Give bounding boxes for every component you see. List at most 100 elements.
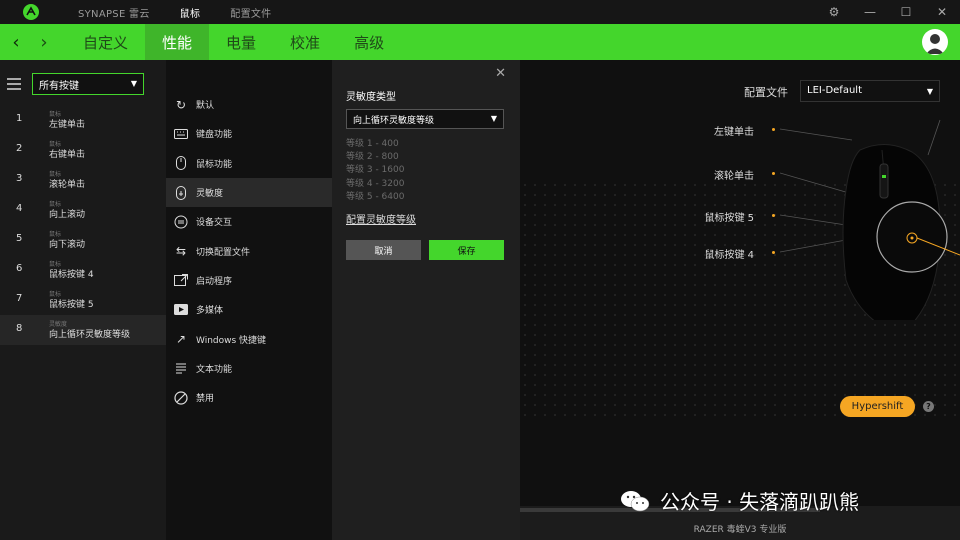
function-label: 启动程序: [196, 276, 233, 287]
mouse-label-left-click[interactable]: 左键单击: [664, 123, 754, 138]
button-label: 鼠标按键 5: [49, 300, 94, 310]
hamburger-menu-icon[interactable]: [7, 78, 21, 93]
sensitivity-level: 等级 5 - 6400: [346, 191, 405, 202]
title-bar: SYNAPSE 雷云 鼠标 配置文件 ⚙ — ☐ ✕: [0, 0, 960, 24]
button-label: 左键单击: [49, 120, 86, 130]
reset-icon: ↻: [175, 97, 187, 112]
function-device-interop[interactable]: 设备交互: [166, 207, 332, 236]
menu-mouse[interactable]: 鼠标: [180, 5, 201, 20]
mouse-label-button-5[interactable]: 鼠标按键 5: [664, 209, 754, 224]
button-row-selected[interactable]: 8 灵敏度 向上循环灵敏度等级: [0, 315, 166, 345]
device-name: RAZER 毒蝰V3 专业版: [693, 525, 787, 535]
wechat-icon: [621, 490, 650, 511]
button-label: 滚轮单击: [49, 180, 86, 190]
razer-logo-icon: [14, 0, 48, 24]
function-sensitivity[interactable]: 灵敏度: [166, 177, 332, 208]
text-function-icon: [174, 361, 188, 375]
button-row[interactable]: 6 鼠标 鼠标按键 4: [0, 255, 166, 285]
save-button[interactable]: 保存: [429, 240, 504, 260]
sensitivity-settings-panel: ✕ 灵敏度类型 向上循环灵敏度等级 ▼ 等级 1 - 400 等级 2 - 80…: [332, 60, 520, 540]
callout-dot: [772, 214, 775, 217]
tab-performance[interactable]: 性能: [145, 24, 210, 60]
back-arrow-icon[interactable]: ‹: [2, 32, 30, 53]
function-label: 文本功能: [196, 364, 233, 375]
button-filter-value: 所有按键: [39, 81, 79, 92]
watermark-text: 公众号 · 失落滴趴趴熊: [660, 490, 860, 514]
configure-sensitivity-link[interactable]: 配置灵敏度等级: [346, 211, 416, 226]
function-list-panel: ↻ 默认 键盘功能 鼠标功能 灵敏度 设备交互 ⇆ 切换配置文件 启动程序 多媒…: [166, 60, 332, 540]
tab-customize[interactable]: 自定义: [66, 24, 145, 60]
button-label: 向上循环灵敏度等级: [49, 330, 131, 340]
menu-profiles[interactable]: 配置文件: [230, 5, 271, 20]
button-list-panel: 所有按键 ▼ 1 鼠标 左键单击 2 鼠标 右键单击 3 鼠标 滚轮单击 4 鼠…: [0, 60, 166, 540]
button-label: 向上滚动: [49, 210, 86, 220]
close-window-icon[interactable]: ✕: [924, 5, 960, 19]
help-icon[interactable]: ?: [923, 401, 934, 412]
mouse-label-wheel-click[interactable]: 滚轮单击: [664, 167, 754, 182]
function-label: 灵敏度: [196, 189, 224, 200]
function-disable[interactable]: 禁用: [166, 383, 332, 412]
device-preview-area: 配置文件 LEI-Default ▼ 左键单击 滚轮单击 鼠标按键 5 鼠标按键…: [520, 60, 960, 540]
button-filter-dropdown[interactable]: 所有按键 ▼: [32, 73, 144, 95]
sensitivity-icon: [174, 185, 188, 200]
button-label: 鼠标按键 4: [49, 270, 94, 280]
button-label: 右键单击: [49, 150, 86, 160]
maximize-icon[interactable]: ☐: [888, 5, 924, 19]
disable-icon: [174, 391, 188, 405]
sensitivity-type-dropdown[interactable]: 向上循环灵敏度等级 ▼: [346, 109, 504, 129]
multimedia-icon: [174, 303, 188, 317]
function-label: 禁用: [196, 394, 215, 405]
function-switch-profile[interactable]: ⇆ 切换配置文件: [166, 236, 332, 265]
tab-power[interactable]: 电量: [209, 24, 273, 60]
close-icon[interactable]: ✕: [495, 66, 506, 81]
function-default[interactable]: ↻ 默认: [166, 90, 332, 119]
callout-dot: [772, 172, 775, 175]
sensitivity-level: 等级 2 - 800: [346, 152, 399, 163]
button-row[interactable]: 4 鼠标 向上滚动: [0, 195, 166, 225]
function-text[interactable]: 文本功能: [166, 354, 332, 383]
mouse-illustration: [780, 119, 960, 320]
function-multimedia[interactable]: 多媒体: [166, 295, 332, 324]
function-keyboard[interactable]: 键盘功能: [166, 119, 332, 148]
button-number: 4: [16, 203, 23, 214]
launch-program-icon: [174, 273, 188, 287]
function-launch-program[interactable]: 启动程序: [166, 266, 332, 295]
cancel-button[interactable]: 取消: [346, 240, 421, 260]
nav-bar: ‹ › 自定义 性能 电量 校准 高级: [0, 24, 960, 60]
minimize-icon[interactable]: —: [852, 5, 888, 19]
tab-calibration[interactable]: 校准: [273, 24, 337, 60]
sensitivity-type-heading: 灵敏度类型: [346, 92, 396, 103]
button-row[interactable]: 3 鼠标 滚轮单击: [0, 165, 166, 195]
button-row[interactable]: 5 鼠标 向下滚动: [0, 225, 166, 255]
sensitivity-type-value: 向上循环灵敏度等级: [353, 116, 435, 126]
button-row[interactable]: 7 鼠标 鼠标按键 5: [0, 285, 166, 315]
button-row[interactable]: 1 鼠标 左键单击: [0, 105, 166, 135]
function-windows-shortcut[interactable]: ↗ Windows 快捷键: [166, 324, 332, 353]
hypershift-button[interactable]: Hypershift: [840, 396, 915, 417]
profile-value: LEI-Default: [807, 85, 862, 96]
button-label: 向下滚动: [49, 240, 86, 250]
callout-dot: [772, 251, 775, 254]
button-row[interactable]: 2 鼠标 右键单击: [0, 135, 166, 165]
settings-gear-icon[interactable]: ⚙: [816, 5, 852, 19]
button-number: 2: [16, 143, 23, 154]
user-avatar-icon[interactable]: [922, 29, 948, 55]
chevron-down-icon: ▼: [490, 114, 497, 123]
chevron-down-icon: ▼: [926, 87, 933, 96]
tab-advanced[interactable]: 高级: [337, 24, 401, 60]
forward-arrow-icon[interactable]: ›: [30, 32, 58, 53]
button-number: 3: [16, 173, 23, 184]
function-label: 鼠标功能: [196, 159, 233, 170]
profile-dropdown[interactable]: LEI-Default ▼: [800, 80, 940, 102]
function-label: 键盘功能: [196, 130, 233, 141]
function-label: 切换配置文件: [196, 247, 251, 258]
device-interop-icon: [174, 215, 188, 229]
app-title: SYNAPSE 雷云: [78, 8, 150, 20]
keyboard-icon: [174, 127, 188, 141]
mouse-label-button-4[interactable]: 鼠标按键 4: [664, 246, 754, 261]
watermark: 公众号 · 失落滴趴趴熊: [620, 486, 859, 515]
chevron-down-icon: ▼: [130, 79, 137, 88]
switch-profile-icon: ⇆: [175, 244, 187, 259]
function-mouse[interactable]: 鼠标功能: [166, 149, 332, 178]
button-number: 1: [16, 113, 23, 124]
